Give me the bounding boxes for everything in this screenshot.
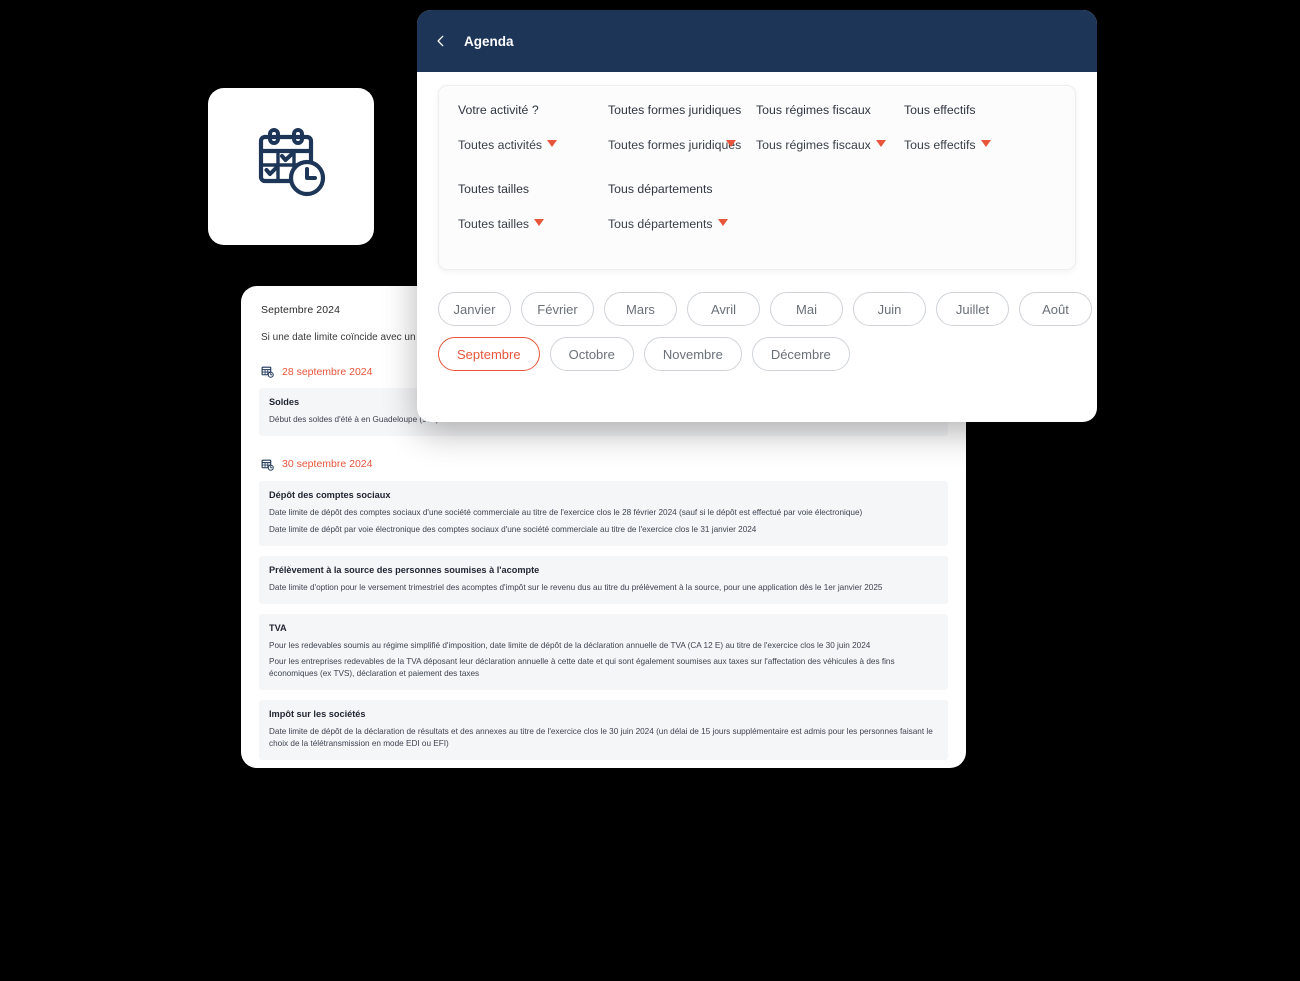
filter-dropdown[interactable]: Tous effectifs xyxy=(904,136,1030,154)
filter-label: Tous effectifs xyxy=(904,103,976,117)
filter-activite: Votre activité ? Toutes activités xyxy=(458,103,608,154)
filter-dropdown[interactable]: Tous régimes fiscaux xyxy=(756,136,890,154)
filter-row-2: Toutes tailles Toutes tailles Tous dépar… xyxy=(458,182,1056,233)
calendar-icon xyxy=(261,458,274,471)
filter-value: Tous régimes fiscaux xyxy=(756,137,871,152)
entry-line: Pour les redevables soumis au régime sim… xyxy=(269,640,871,650)
month-button-decembre[interactable]: Décembre xyxy=(751,337,850,371)
panel-header: Agenda xyxy=(417,10,1097,72)
filter-row-1: Votre activité ? Toutes activités Toutes… xyxy=(458,103,1056,154)
agenda-entry: Dépôt des comptes sociaux Date limite de… xyxy=(259,480,948,546)
month-button-juillet[interactable]: Juillet xyxy=(936,292,1009,326)
month-selector: Janvier Février Mars Avril Mai Juin Juil… xyxy=(417,270,1097,371)
entry-line: Pour les entreprises redevables de la TV… xyxy=(269,657,895,679)
date-group-label: 28 septembre 2024 xyxy=(282,365,373,378)
month-button-novembre[interactable]: Novembre xyxy=(643,337,742,371)
dropdown-caret-icon xyxy=(726,139,736,147)
dropdown-caret-icon xyxy=(534,218,545,226)
screen-root: Septembre 2024 Si une date limite coïnci… xyxy=(0,0,1300,981)
entry-line: Date limite de dépôt des comptes sociaux… xyxy=(269,507,863,517)
filter-regimes-fiscaux: Tous régimes fiscaux Tous régimes fiscau… xyxy=(756,103,904,154)
date-group-header: 30 septembre 2024 xyxy=(261,458,948,471)
entry-line: Date limite de dépôt de la déclaration d… xyxy=(269,727,933,749)
dropdown-caret-icon xyxy=(875,139,886,147)
entry-title: Dépôt des comptes sociaux xyxy=(269,489,391,500)
filter-label: Toutes tailles xyxy=(458,181,530,196)
month-button-janvier[interactable]: Janvier xyxy=(438,292,511,326)
filter-label: Toutes formes juridiques xyxy=(608,103,742,117)
month-button-fevrier[interactable]: Février xyxy=(521,292,594,326)
month-row-2: Septembre Octobre Novembre Décembre xyxy=(438,337,1076,371)
panel-title: Agenda xyxy=(464,33,514,49)
agenda-entry: Impôt sur les sociétés Date limite de dé… xyxy=(259,700,948,761)
month-row-1: Janvier Février Mars Avril Mai Juin Juil… xyxy=(438,292,1092,326)
month-button-juin[interactable]: Juin xyxy=(853,292,926,326)
filter-label: Votre activité ? xyxy=(458,103,539,117)
dropdown-caret-icon xyxy=(717,218,728,226)
date-group-label: 30 septembre 2024 xyxy=(282,458,373,471)
agenda-entry: Prélèvement à la source des personnes so… xyxy=(259,555,948,604)
entry-title: Prélèvement à la source des personnes so… xyxy=(269,564,540,575)
filter-value: Tous effectifs xyxy=(904,137,976,152)
month-button-aout[interactable]: Août xyxy=(1019,292,1092,326)
filter-value: Toutes activités xyxy=(458,137,543,152)
month-button-septembre[interactable]: Septembre xyxy=(438,337,540,371)
dropdown-caret-icon xyxy=(980,139,991,147)
entry-line: Date limite de dépôt par voie électroniq… xyxy=(269,524,757,534)
filter-effectifs: Tous effectifs Tous effectifs xyxy=(904,103,1044,154)
agenda-entry: TVA Pour les redevables soumis au régime… xyxy=(259,613,948,691)
entry-title: TVA xyxy=(269,622,287,633)
month-button-mai[interactable]: Mai xyxy=(770,292,843,326)
dropdown-caret-icon xyxy=(547,139,558,147)
entry-title: Impôt sur les sociétés xyxy=(269,709,366,720)
calendar-icon xyxy=(261,365,274,378)
entry-line: Date limite d'option pour le versement t… xyxy=(269,582,883,592)
filter-formes-juridiques: Toutes formes juridiques Toutes formes j… xyxy=(608,103,756,154)
month-button-avril[interactable]: Avril xyxy=(687,292,760,326)
agenda-icon-card xyxy=(208,88,374,245)
chevron-left-icon[interactable] xyxy=(434,34,448,48)
filter-value: Toutes formes juridiques xyxy=(608,137,742,152)
filter-dropdown[interactable]: Toutes activités xyxy=(458,136,594,154)
filter-label: Tous départements xyxy=(608,181,713,196)
month-button-octobre[interactable]: Octobre xyxy=(549,337,634,371)
filter-dropdown[interactable]: Toutes formes juridiques xyxy=(608,136,742,154)
filter-departements: Tous départements Tous départements xyxy=(608,182,756,233)
filter-dropdown[interactable]: Tous départements xyxy=(608,215,742,233)
filter-dropdown[interactable]: Toutes tailles xyxy=(458,215,594,233)
filter-tailles: Toutes tailles Toutes tailles xyxy=(458,182,608,233)
calendar-clock-icon xyxy=(252,125,330,208)
filter-value: Toutes tailles xyxy=(458,216,530,231)
filter-label: Tous régimes fiscaux xyxy=(756,103,871,117)
agenda-filter-panel: Agenda Votre activité ? Toutes activités… xyxy=(417,10,1097,422)
filter-value: Tous départements xyxy=(608,216,713,231)
filter-card: Votre activité ? Toutes activités Toutes… xyxy=(438,85,1076,270)
month-button-mars[interactable]: Mars xyxy=(604,292,677,326)
